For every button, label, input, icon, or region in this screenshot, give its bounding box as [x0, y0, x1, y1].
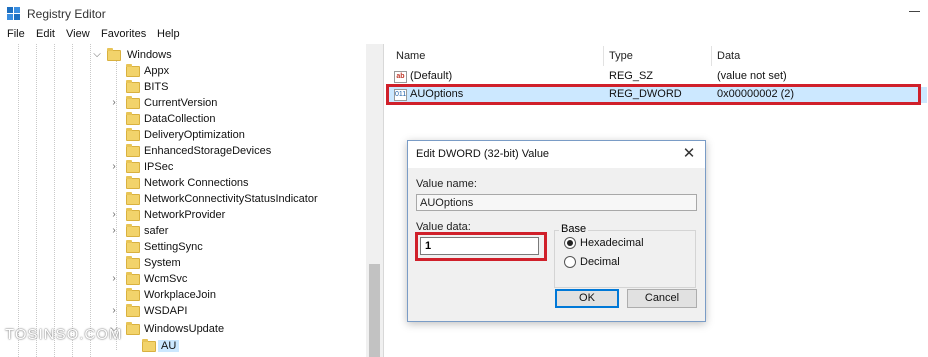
tree-item-label: EnhancedStorageDevices [144, 145, 272, 157]
chevron-right-icon[interactable]: › [109, 305, 119, 317]
chevron-right-icon[interactable]: › [109, 209, 119, 221]
tree-guide-line [54, 44, 55, 357]
column-header-type[interactable]: Type [609, 50, 633, 62]
folder-icon [126, 256, 140, 269]
column-divider[interactable] [711, 46, 712, 66]
scrollbar-thumb[interactable] [369, 264, 380, 357]
menu-edit[interactable]: Edit [36, 28, 55, 40]
tree-item-label: CurrentVersion [144, 97, 218, 109]
chevron-down-icon[interactable]: ⌵ [92, 49, 102, 61]
tree-item-label: NetworkProvider [144, 209, 226, 221]
folder-icon [126, 208, 140, 221]
tree-item-label: Network Connections [144, 177, 249, 189]
folder-icon [142, 339, 156, 352]
value-name-field: AUOptions [416, 194, 697, 211]
tree-guide-line [72, 44, 73, 357]
ok-button[interactable]: OK [555, 289, 619, 308]
string-value-icon: ab [394, 71, 407, 83]
menu-view[interactable]: View [66, 28, 90, 40]
tree-item-label: WindowsUpdate [144, 323, 225, 335]
tree-item-label: Appx [144, 65, 170, 77]
chevron-right-icon[interactable]: › [109, 225, 119, 237]
list-header: Name Type Data [387, 44, 928, 68]
folder-icon [126, 240, 140, 253]
value-data: (value not set) [717, 70, 787, 82]
hexadecimal-radio[interactable] [564, 237, 576, 249]
watermark-text: TOSINSO.COM [5, 326, 123, 343]
folder-icon [126, 192, 140, 205]
menu-file[interactable]: File [7, 28, 25, 40]
dialog-title: Edit DWORD (32-bit) Value [416, 148, 550, 160]
edit-dword-dialog: Edit DWORD (32-bit) Value ✕ Value name: … [407, 140, 706, 322]
folder-icon [126, 64, 140, 77]
tree-item-label: SettingSync [144, 241, 203, 253]
registry-tree[interactable]: ⌵ Windows Appx BITS › CurrentVersion Dat… [0, 44, 384, 357]
tree-item-label: WorkplaceJoin [144, 289, 216, 301]
folder-icon [126, 322, 140, 335]
folder-icon [126, 96, 140, 109]
column-header-data[interactable]: Data [717, 50, 740, 62]
folder-icon [126, 272, 140, 285]
menu-help[interactable]: Help [157, 28, 180, 40]
value-name: (Default) [410, 70, 453, 82]
tree-item-label: NetworkConnectivityStatusIndicator [144, 193, 318, 205]
menu-bar: File Edit View Favorites Help [0, 28, 928, 44]
cancel-button[interactable]: Cancel [627, 289, 697, 308]
folder-icon [126, 304, 140, 317]
column-header-name[interactable]: Name [396, 50, 425, 62]
tree-item-label: Windows [127, 49, 172, 61]
chevron-right-icon[interactable]: › [109, 273, 119, 285]
folder-icon [126, 176, 140, 189]
tree-item-label: AU [158, 340, 180, 352]
folder-icon [126, 160, 140, 173]
highlight-box-auoptions [386, 84, 921, 105]
decimal-label[interactable]: Decimal [580, 256, 620, 268]
dialog-body: Value name: AUOptions Value data: Base H… [408, 168, 705, 321]
column-divider[interactable] [603, 46, 604, 66]
value-type: REG_SZ [609, 70, 654, 82]
highlight-box-value-data [415, 232, 547, 261]
hexadecimal-label[interactable]: Hexadecimal [580, 237, 644, 249]
folder-icon [107, 48, 121, 61]
value-name-label: Value name: [416, 178, 477, 190]
tree-guide-line [18, 44, 19, 357]
close-icon[interactable]: ✕ [681, 146, 697, 162]
tree-item-label: DeliveryOptimization [144, 129, 245, 141]
registry-editor-icon [7, 7, 20, 20]
folder-icon [126, 224, 140, 237]
list-row-default[interactable]: ab (Default) REG_SZ (value not set) [387, 69, 927, 85]
folder-icon [126, 144, 140, 157]
base-label: Base [559, 223, 589, 235]
title-bar: Registry Editor [0, 0, 928, 28]
tree-item-label: WcmSvc [144, 273, 188, 285]
decimal-radio[interactable] [564, 256, 576, 268]
folder-icon [126, 128, 140, 141]
tree-item-label: WSDAPI [144, 305, 188, 317]
tree-guide-line [36, 44, 37, 357]
tree-guide-line [90, 44, 91, 357]
folder-icon [126, 80, 140, 93]
folder-icon [126, 112, 140, 125]
folder-icon [126, 288, 140, 301]
menu-favorites[interactable]: Favorites [101, 28, 146, 40]
tree-item-label: IPSec [144, 161, 174, 173]
tree-item-label: safer [144, 225, 169, 237]
chevron-right-icon[interactable]: › [109, 97, 119, 109]
chevron-right-icon[interactable]: › [109, 161, 119, 173]
tree-item-label: System [144, 257, 181, 269]
tree-item-label: BITS [144, 81, 169, 93]
minimize-icon[interactable] [908, 4, 922, 18]
dialog-title-bar: Edit DWORD (32-bit) Value ✕ [408, 141, 705, 168]
window-title: Registry Editor [27, 7, 106, 21]
tree-item-label: DataCollection [144, 113, 216, 125]
